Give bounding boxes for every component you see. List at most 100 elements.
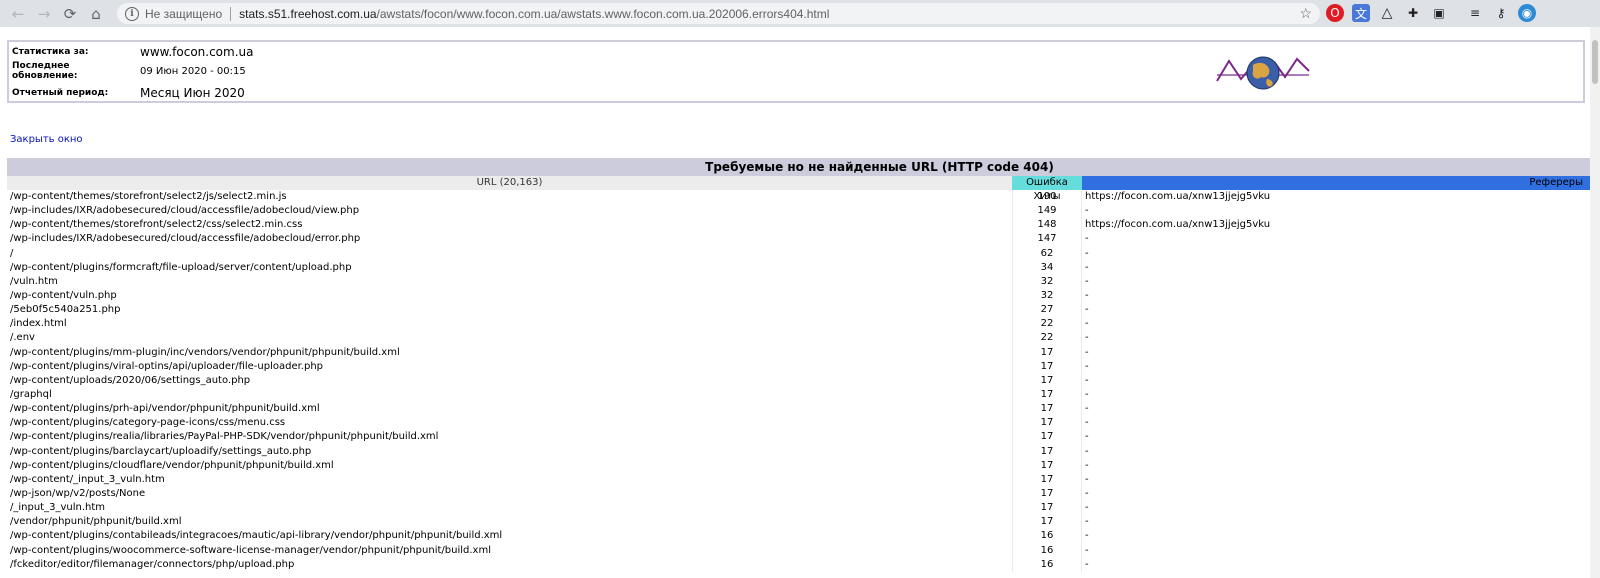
url-host[interactable]: stats.s51.freehost.com.ua: [239, 7, 376, 21]
bookmark-star-icon[interactable]: ☆: [1299, 5, 1312, 22]
referer-cell: -: [1085, 346, 1089, 358]
scrollbar-thumb[interactable]: [1592, 40, 1598, 84]
referer-cell: -: [1085, 233, 1089, 245]
home-button[interactable]: ⌂: [83, 0, 109, 27]
drive-icon[interactable]: △: [1378, 4, 1396, 22]
back-arrow-icon: ←: [11, 4, 25, 23]
gamepad-icon[interactable]: ▣: [1430, 4, 1448, 22]
table-header: URL (20,163) Ошибка Хиты Рефереры: [7, 176, 1592, 202]
security-status[interactable]: Не защищено: [145, 7, 222, 21]
reload-button[interactable]: ⟳: [57, 0, 83, 27]
url-cell: /wp-content/themes/storefront/select2/cs…: [10, 219, 303, 231]
table-row: /wp-content/uploads/2020/06/settings_aut…: [7, 373, 1592, 388]
referer-cell: -: [1085, 374, 1089, 386]
table-row: /wp-content/plugins/category-page-icons/…: [7, 416, 1592, 431]
translate-icon[interactable]: 文: [1352, 4, 1370, 22]
url-cell: /wp-content/plugins/contabileads/integra…: [10, 530, 503, 542]
stats-label: Статистика за:: [12, 47, 89, 57]
table-row: /wp-content/plugins/realia/libraries/Pay…: [7, 430, 1592, 445]
referer-cell: -: [1085, 318, 1089, 330]
hits-cell: 17: [1012, 501, 1082, 516]
hits-cell: 17: [1012, 416, 1082, 431]
hits-cell: 16: [1012, 557, 1082, 572]
referer-cell: -: [1085, 289, 1089, 301]
url-path[interactable]: /awstats/focon/www.focon.com.ua/awstats.…: [377, 7, 830, 21]
url-cell: /wp-content/plugins/barclaycart/uploadif…: [10, 445, 312, 457]
forward-button[interactable]: →: [31, 0, 57, 27]
hits-cell: 148: [1012, 218, 1082, 233]
hits-cell: 22: [1012, 317, 1082, 332]
url-cell: /.env: [10, 332, 35, 344]
updated-row: Последнее обновление: 09 Июн 2020 - 00:1…: [12, 61, 246, 81]
stats-value: www.focon.com.ua: [140, 45, 254, 59]
referer-cell: -: [1085, 487, 1089, 499]
info-icon[interactable]: i: [125, 6, 139, 21]
table-body: /wp-content/themes/storefront/select2/js…: [7, 190, 1592, 572]
url-cell: /wp-includes/IXR/adobesecured/cloud/acce…: [10, 205, 360, 217]
profile-icon[interactable]: ◉: [1518, 4, 1536, 22]
url-cell: /wp-content/themes/storefront/select2/js…: [10, 191, 287, 202]
referer-cell: -: [1085, 332, 1089, 344]
referer-cell: -: [1085, 431, 1089, 443]
table-row: /wp-includes/IXR/adobesecured/cloud/acce…: [7, 204, 1592, 219]
reload-icon: ⟳: [63, 4, 77, 23]
hits-cell: 32: [1012, 288, 1082, 304]
hits-cell: 17: [1012, 472, 1082, 487]
table-row: /index.html 22-: [7, 317, 1592, 332]
url-cell: /index.html: [10, 318, 67, 330]
hits-cell: 17: [1012, 402, 1082, 417]
browser-toolbar: ← → ⟳ ⌂ i Не защищено stats.s51.freehost…: [0, 0, 1600, 27]
url-cell: /vendor/phpunit/phpunit/build.xml: [10, 516, 182, 528]
table-row: /5eb0f5c540a251.php 27-: [7, 303, 1592, 318]
url-cell: /wp-content/plugins/realia/libraries/Pay…: [10, 431, 439, 443]
table-row: /graphql 17-: [7, 387, 1592, 403]
url-cell: /fckeditor/editor/filemanager/connectors…: [10, 558, 295, 570]
url-cell: /wp-content/plugins/woocommerce-software…: [10, 544, 491, 556]
hits-cell: 32: [1012, 274, 1082, 289]
opera-icon[interactable]: O: [1326, 4, 1344, 22]
table-row: /wp-content/plugins/prh-api/vendor/phpun…: [7, 402, 1592, 417]
url-cell: /wp-content/vuln.php: [10, 289, 117, 301]
period-value: Месяц Июн 2020: [140, 86, 245, 100]
referer-cell: -: [1085, 459, 1089, 471]
updated-label: Последнее обновление:: [12, 61, 78, 81]
referer-cell: -: [1085, 261, 1089, 273]
key-icon[interactable]: ⚷: [1492, 4, 1510, 22]
playlist-icon[interactable]: ≡: [1466, 4, 1484, 22]
url-cell: /wp-content/plugins/cloudflare/vendor/ph…: [10, 459, 334, 471]
hits-cell: 17: [1012, 359, 1082, 374]
address-bar[interactable]: i Не защищено stats.s51.freehost.com.ua /…: [117, 3, 1320, 24]
forward-arrow-icon: →: [37, 4, 51, 23]
url-cell: /wp-content/plugins/viral-optins/api/upl…: [10, 360, 324, 372]
puzzle-icon[interactable]: ✚: [1404, 4, 1422, 22]
table-row: / 62-: [7, 246, 1592, 261]
page-content: Статистика за: www.focon.com.ua Последне…: [0, 27, 1600, 578]
url-cell: /wp-includes/IXR/adobesecured/cloud/acce…: [10, 233, 361, 245]
hits-cell: 190: [1012, 190, 1082, 205]
column-header-url: URL (20,163): [7, 176, 1012, 190]
table-row: /wp-content/themes/storefront/select2/js…: [7, 190, 1592, 205]
extensions-area: O 文 △ ✚ ▣ ≡ ⚷ ◉: [1326, 4, 1536, 22]
table-row: /wp-content/plugins/barclaycart/uploadif…: [7, 444, 1592, 459]
table-row: /wp-content/vuln.php 32-: [7, 288, 1592, 304]
summary-box: Статистика за: www.focon.com.ua Последне…: [7, 40, 1585, 103]
address-separator: [230, 6, 232, 21]
hits-cell: 27: [1012, 303, 1082, 318]
url-cell: /wp-content/_input_3_vuln.htm: [10, 473, 165, 485]
close-window-link[interactable]: Закрыть окно: [10, 134, 83, 145]
vertical-scrollbar[interactable]: [1590, 27, 1600, 578]
referer-cell: -: [1085, 502, 1089, 514]
referer-cell: -: [1085, 360, 1089, 372]
table-row: /wp-content/plugins/formcraft/file-uploa…: [7, 260, 1592, 275]
referer-cell: -: [1085, 205, 1089, 217]
hits-cell: 17: [1012, 515, 1082, 530]
stats-row: Статистика за: www.focon.com.ua: [12, 45, 253, 59]
table-row: /wp-content/_input_3_vuln.htm 17-: [7, 472, 1592, 487]
referer-cell: https://focon.com.ua/xnw13jjejg5vku: [1085, 191, 1271, 202]
referer-cell: https://focon.com.ua/xnw13jjejg5vku: [1085, 219, 1271, 231]
back-button[interactable]: ←: [5, 0, 31, 27]
table-row: /wp-content/plugins/contabileads/integra…: [7, 529, 1592, 544]
referer-cell: -: [1085, 445, 1089, 457]
table-title: Требуемые но не найденные URL (HTTP code…: [7, 158, 1592, 176]
period-label: Отчетный период:: [12, 88, 109, 98]
